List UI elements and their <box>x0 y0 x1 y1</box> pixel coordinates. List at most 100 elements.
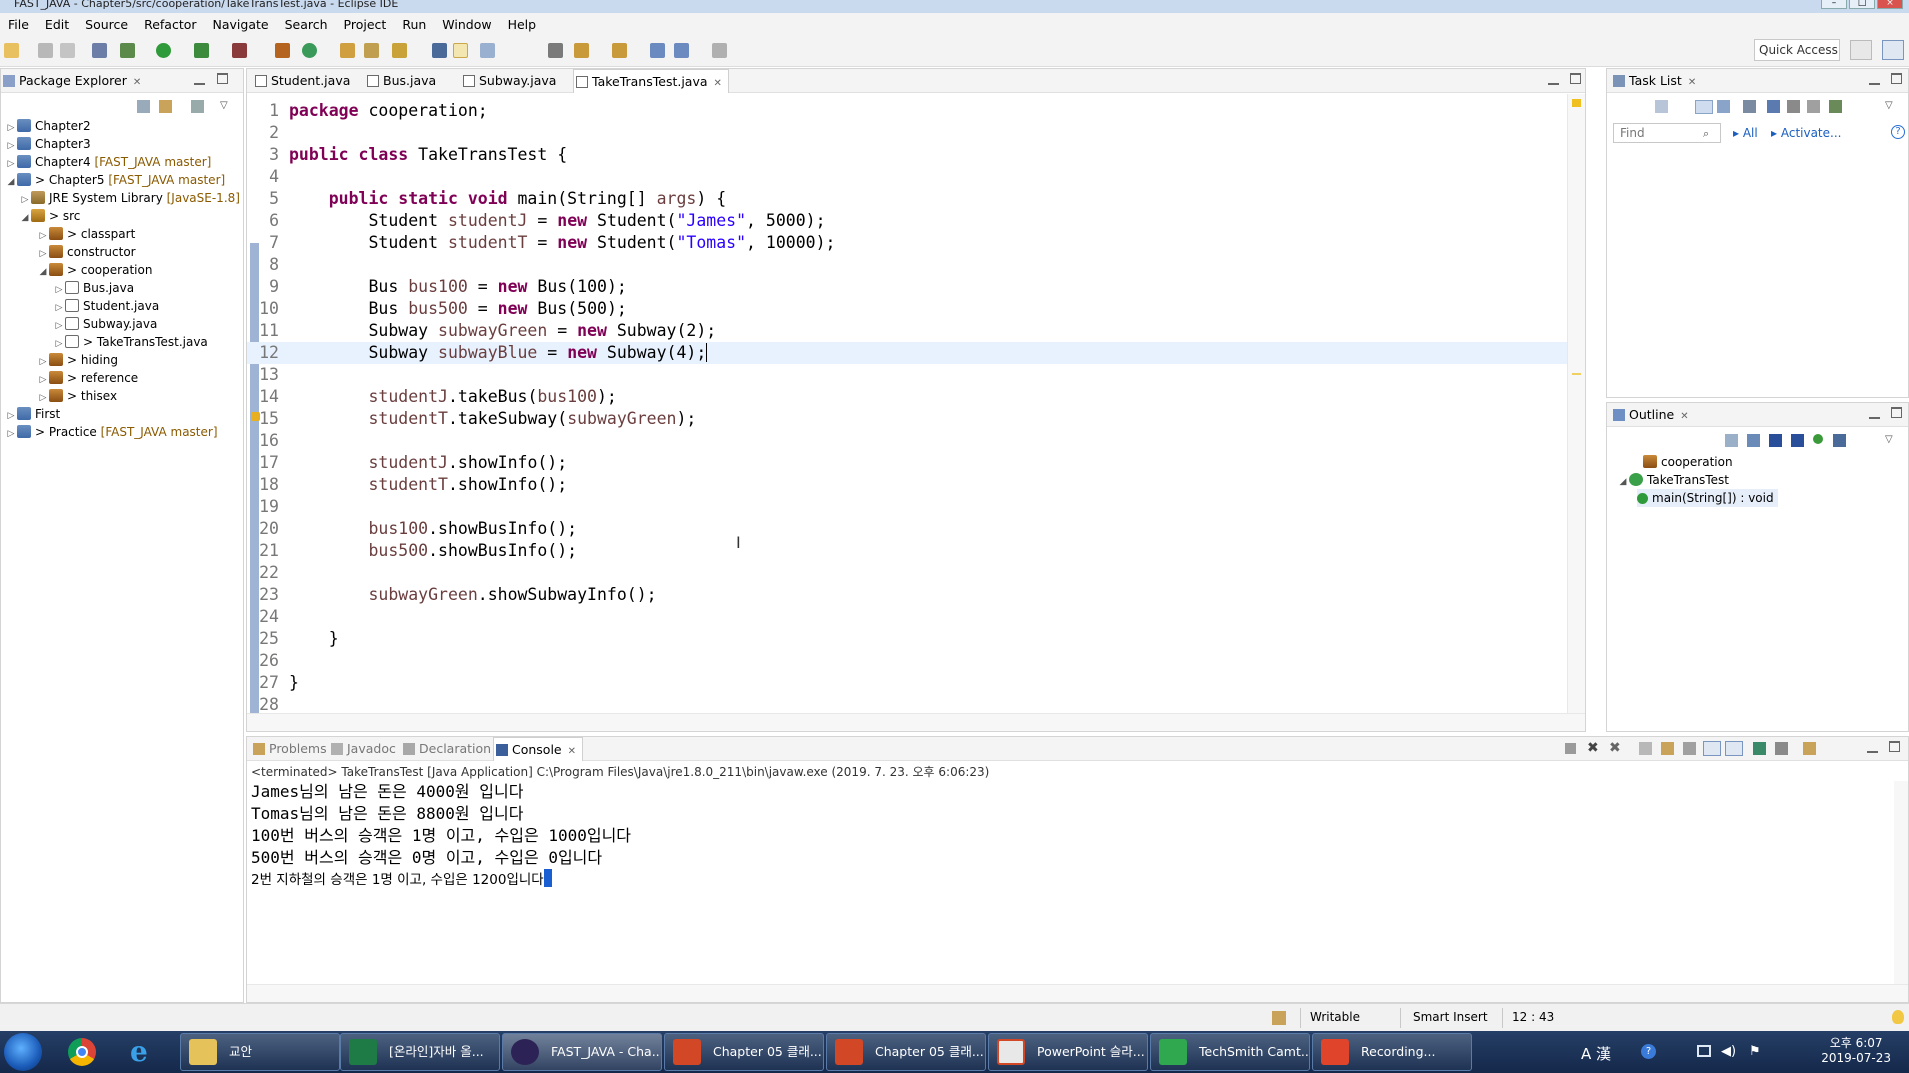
remove-all-launches-icon[interactable]: ✖ <box>1609 740 1621 756</box>
close-icon[interactable]: ✕ <box>1688 77 1696 88</box>
skip-breakpoints-icon[interactable] <box>92 43 107 58</box>
tree-item-practice[interactable]: ▷ > Practice [FAST_JAVA master] <box>5 423 218 441</box>
taskbar-button-ppt-slideshow[interactable]: PowerPoint 슬라... <box>988 1033 1148 1071</box>
menu-source[interactable]: Source <box>77 17 136 32</box>
taskbar-button-excel[interactable]: [온라인]자바 올... <box>340 1033 500 1071</box>
menu-run[interactable]: Run <box>394 17 434 32</box>
outline-item-class[interactable]: ◢ TakeTransTest <box>1617 471 1729 489</box>
word-wrap-icon[interactable] <box>1683 742 1696 755</box>
tree-item-jre-library[interactable]: ▷ JRE System Library [JavaSE-1.8] <box>19 189 240 207</box>
collapse-all-icon[interactable] <box>137 100 150 113</box>
open-console-icon[interactable] <box>1803 742 1816 755</box>
tab-console[interactable]: Console ✕ <box>493 737 584 761</box>
view-menu-icon[interactable]: ▽ <box>1885 100 1893 111</box>
hide-static-icon[interactable] <box>1769 434 1782 447</box>
next-annotation-icon[interactable] <box>574 43 589 58</box>
minimize-button[interactable]: – <box>1821 0 1847 9</box>
open-type-icon[interactable] <box>340 43 355 58</box>
menu-edit[interactable]: Edit <box>37 17 77 32</box>
open-task-icon[interactable] <box>364 43 379 58</box>
tab-student-java[interactable]: Student.java <box>253 69 350 93</box>
maximize-icon[interactable] <box>1891 73 1902 84</box>
outline-tab[interactable]: Outline ✕ <box>1611 403 1689 427</box>
maximize-icon[interactable] <box>1889 741 1900 752</box>
last-edit-location-icon[interactable] <box>650 43 665 58</box>
close-icon[interactable]: ✕ <box>1680 411 1688 422</box>
previous-annotation-icon[interactable] <box>612 43 627 58</box>
tree-item-first[interactable]: ▷ First <box>5 405 60 423</box>
tip-icon[interactable] <box>1892 1010 1904 1024</box>
tree-item-bus-java[interactable]: ▷ Bus.java <box>53 279 134 297</box>
categorized-icon[interactable] <box>1695 100 1713 114</box>
help-icon[interactable]: ? <box>1641 1044 1656 1059</box>
help-icon[interactable]: ? <box>1891 125 1905 139</box>
outline-item-package[interactable]: cooperation <box>1631 453 1733 471</box>
network-icon[interactable] <box>1697 1045 1711 1057</box>
link-icon[interactable] <box>1833 434 1846 447</box>
taskbar-button-camtasia[interactable]: TechSmith Camt... <box>1150 1033 1310 1071</box>
package-explorer-tab[interactable]: Package Explorer ✕ <box>1 69 141 93</box>
back-icon[interactable] <box>674 43 689 58</box>
editor-horizontal-scrollbar[interactable] <box>247 713 1585 731</box>
tree-item-taketranstest-java[interactable]: ▷ > TakeTransTest.java <box>53 333 208 351</box>
outline-item-method[interactable]: main(String[]) : void <box>1637 489 1778 507</box>
menu-navigate[interactable]: Navigate <box>205 17 277 32</box>
forward-icon[interactable] <box>712 43 727 58</box>
show-on-error-icon[interactable] <box>1725 741 1743 756</box>
new-task-icon[interactable] <box>1655 100 1668 113</box>
tree-item-classpart[interactable]: ▷ > classpart <box>37 225 135 243</box>
taskbar-button-ppt-2[interactable]: Chapter 05 클래... <box>826 1033 986 1071</box>
volume-icon[interactable]: ◀) <box>1721 1044 1736 1059</box>
hide-local-types-icon[interactable] <box>1813 434 1823 444</box>
code-area[interactable]: 1 package cooperation; 2 3 public class Ta… <box>247 94 1567 714</box>
show-on-output-icon[interactable] <box>1703 741 1721 756</box>
menu-refactor[interactable]: Refactor <box>136 17 204 32</box>
toggle-block-selection-icon[interactable] <box>480 43 495 58</box>
tab-problems[interactable]: Problems <box>251 737 327 761</box>
tab-bus-java[interactable]: Bus.java <box>365 69 436 93</box>
chrome-icon[interactable] <box>56 1034 108 1070</box>
tree-item-src[interactable]: ◢ > src <box>19 207 80 225</box>
tab-taketranstest-java[interactable]: TakeTransTest.java ✕ <box>573 69 729 93</box>
taskbar-button-eclipse[interactable]: FAST_JAVA - Cha... <box>502 1033 662 1071</box>
close-icon[interactable]: ✕ <box>714 78 722 89</box>
pin-console-icon[interactable] <box>1753 742 1766 755</box>
minimize-icon[interactable] <box>1548 75 1559 85</box>
open-perspective-icon[interactable] <box>1850 40 1872 60</box>
filters-icon[interactable] <box>191 100 204 113</box>
link-with-editor-icon[interactable] <box>159 100 172 113</box>
scheduled-icon[interactable] <box>1717 100 1730 113</box>
save-all-icon[interactable] <box>60 43 75 58</box>
menu-project[interactable]: Project <box>336 17 395 32</box>
terminate-icon[interactable] <box>1565 743 1576 754</box>
maximize-icon[interactable] <box>1570 73 1581 84</box>
tree-item-hiding[interactable]: ▷ > hiding <box>37 351 118 369</box>
hide-nonpublic-icon[interactable] <box>1791 434 1804 447</box>
minimize-icon[interactable] <box>1869 75 1880 85</box>
toggle-annotation-icon[interactable] <box>432 43 447 58</box>
clock[interactable]: 오후 6:07 2019-07-23 <box>1821 1036 1891 1066</box>
debug-icon[interactable] <box>120 43 135 58</box>
minimize-icon[interactable] <box>1867 743 1878 753</box>
console-horizontal-scrollbar[interactable] <box>247 984 1908 1002</box>
taskbar-button-ppt-1[interactable]: Chapter 05 클래... <box>664 1033 824 1071</box>
close-icon[interactable]: ✕ <box>133 77 141 88</box>
view-menu-icon[interactable]: ▽ <box>1885 434 1893 445</box>
tree-item-student-java[interactable]: ▷ Student.java <box>53 297 159 315</box>
search-icon[interactable] <box>392 43 407 58</box>
quick-access-field[interactable]: Quick Access <box>1754 39 1840 61</box>
maximize-button[interactable]: □ <box>1849 0 1875 9</box>
tree-item-chapter2[interactable]: ▷ Chapter2 <box>5 117 91 135</box>
console-vertical-scrollbar[interactable] <box>1894 781 1908 984</box>
warning-marker-icon[interactable] <box>251 412 260 421</box>
synchronize-icon[interactable] <box>1787 100 1800 113</box>
collapse-all-icon[interactable] <box>1767 100 1780 113</box>
remove-launch-icon[interactable]: ✖ <box>1587 740 1599 756</box>
internet-explorer-icon[interactable]: e <box>118 1034 170 1070</box>
external-tools-icon[interactable] <box>232 43 247 58</box>
menu-file[interactable]: File <box>0 17 37 32</box>
ime-status[interactable]: A 漢 <box>1581 1043 1611 1064</box>
hide-fields-icon[interactable] <box>1747 434 1760 447</box>
close-button[interactable]: × <box>1877 0 1903 9</box>
new-java-class-icon[interactable] <box>302 43 317 58</box>
